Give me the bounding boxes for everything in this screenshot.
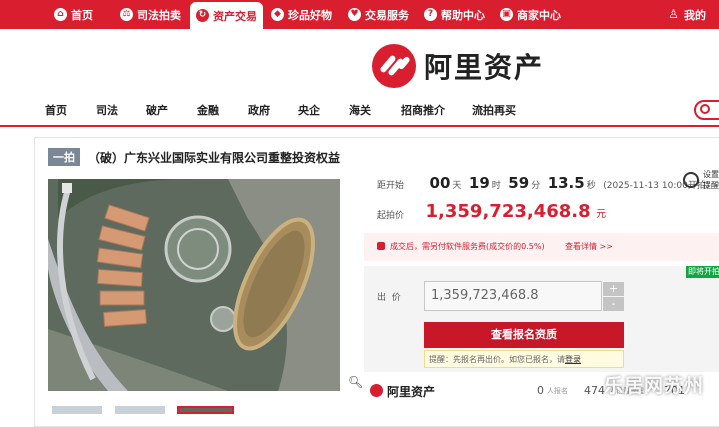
reminder-count: 474 (584, 384, 605, 397)
cat-investment[interactable]: 招商推介 (401, 102, 445, 118)
item-title-row: 一拍 （破）广东兴业国际实业有限公司重整投资权益 (48, 148, 340, 166)
search-input[interactable] (694, 100, 719, 120)
fee-details-link[interactable]: 查看详情 >> (565, 241, 613, 252)
set-reminder-button[interactable]: 设置 提醒 (681, 169, 719, 193)
topnav-asset-trading[interactable]: ↻ 资产交易 (190, 2, 263, 29)
auction-round-tag: 一拍 (48, 148, 80, 166)
topnav-treasures[interactable]: ◆ 珍品好物 (271, 0, 332, 29)
fee-notice: 成交后，需另付软件服务费(成交价的0.5%) 查看详情 >> (364, 233, 719, 261)
topnav-judicial-auction[interactable]: ⚖ 司法拍卖 (120, 0, 181, 29)
status-badge: 即将开拍 (686, 266, 719, 278)
login-link[interactable]: 登录 (565, 355, 581, 364)
decrease-button[interactable]: - (603, 297, 624, 311)
cat-finance[interactable]: 金融 (197, 102, 219, 118)
logo-mark-icon (372, 44, 416, 88)
gavel-icon: ⚖ (120, 8, 133, 21)
start-price-value: 1,359,723,468.8 (425, 201, 591, 222)
cat-home[interactable]: 首页 (45, 102, 67, 118)
topnav-merchant-center[interactable]: ▣ 商家中心 (500, 0, 561, 29)
nav-divider (0, 125, 719, 127)
cat-customs[interactable]: 海关 (349, 102, 371, 118)
bid-label: 出 价 (377, 293, 401, 303)
footer-logo-text: 阿里资产 (387, 385, 436, 399)
topnav-trade-services[interactable]: ♥ 交易服务 (348, 0, 409, 29)
user-icon: ♙ (668, 7, 679, 21)
start-price-unit: 元 (596, 209, 607, 220)
heart-icon: ♥ (348, 8, 361, 21)
signup-label: 人报名 (547, 387, 568, 395)
gem-icon: ◆ (271, 8, 284, 21)
countdown: 距开始 00 天 19 时 59 分 13.5 秒 (2025-11-13 10:00开… (377, 174, 710, 192)
clock-icon (683, 172, 699, 188)
cat-relist[interactable]: 流拍再买 (472, 102, 516, 118)
countdown-days: 00 (429, 174, 451, 192)
cat-bankruptcy[interactable]: 破产 (146, 102, 168, 118)
cat-central-soe[interactable]: 央企 (298, 102, 320, 118)
footer-logo-icon (370, 384, 383, 397)
logo-text: 阿里资产 (424, 51, 545, 84)
signup-count: 0 (537, 384, 544, 397)
watermark: 乐居网苏州 (604, 375, 705, 397)
start-price-row: 起拍价 1,359,723,468.8 元 (377, 201, 606, 222)
home-icon: ⌂ (54, 8, 67, 21)
countdown-label: 距开始 (377, 181, 405, 191)
countdown-hours: 19 (468, 174, 490, 192)
countdown-minutes: 59 (508, 174, 530, 192)
zoom-icon[interactable]: 🔍︎ (348, 375, 363, 389)
topnav-home[interactable]: ⌂ 首页 (54, 0, 93, 29)
site-logo[interactable]: 阿里资产 (372, 44, 544, 88)
search-icon (700, 104, 710, 114)
item-photo[interactable] (48, 179, 340, 391)
cat-government[interactable]: 政府 (248, 102, 270, 118)
shop-icon: ▣ (500, 8, 513, 21)
bid-amount-input[interactable]: 1,359,723,468.8 (424, 281, 602, 311)
category-nav: 首页 司法 破产 金融 政府 央企 海关 招商推介 流拍再买 (0, 96, 719, 124)
cat-judicial[interactable]: 司法 (96, 102, 118, 118)
top-nav-bar: ⌂ 首页 ⚖ 司法拍卖 ↻ 资产交易 ◆ 珍品好物 ♥ 交易服务 ? 帮助中心 ▣ 商家中心 … (0, 0, 719, 29)
exchange-icon: ↻ (196, 9, 209, 22)
start-price-label: 起拍价 (377, 210, 405, 221)
topnav-mine[interactable]: ♙ 我的 (667, 0, 706, 29)
item-title: （破）广东兴业国际实业有限公司重整投资权益 (88, 150, 341, 165)
notice-icon (377, 242, 385, 250)
increase-button[interactable]: + (603, 282, 624, 296)
fee-notice-text: 成交后，需另付软件服务费(成交价的0.5%) (390, 242, 545, 251)
topnav-help-center[interactable]: ? 帮助中心 (424, 0, 485, 29)
countdown-seconds: 13.5 (547, 174, 585, 192)
view-qualification-button[interactable]: 查看报名资质 (424, 322, 624, 348)
login-tip: 提醒：先报名再出价。如您已报名，请登录 (424, 350, 624, 368)
help-icon: ? (424, 8, 437, 21)
